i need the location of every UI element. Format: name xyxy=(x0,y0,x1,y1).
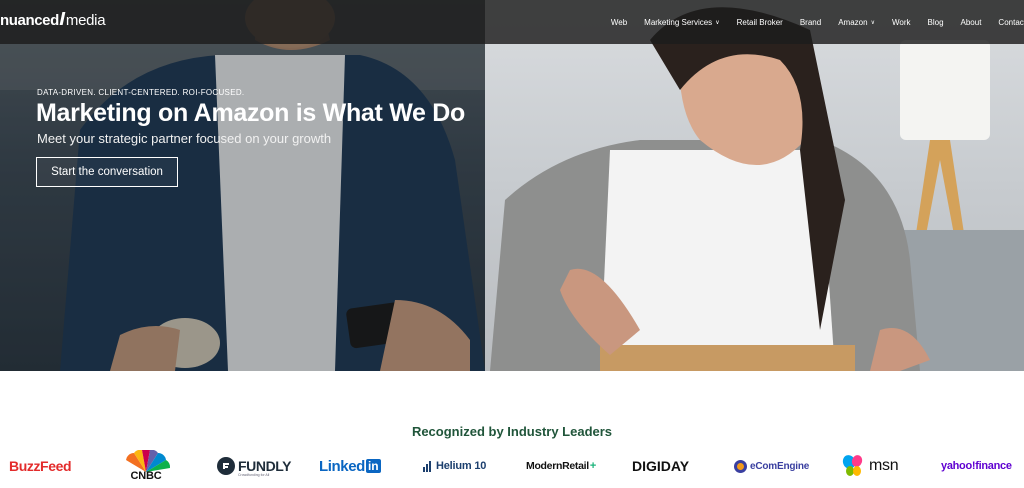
site-header: nuanced media Web Marketing Services ∨ Re… xyxy=(0,0,1024,44)
nav-item-marketing-services[interactable]: Marketing Services ∨ xyxy=(644,18,719,27)
msn-wordmark: msn xyxy=(869,457,899,474)
ecomengine-logo: eComEngine xyxy=(734,447,809,485)
nav-item-label: Blog xyxy=(927,17,944,27)
nav-item-label: Work xyxy=(891,17,911,27)
hero-headline: Marketing on Amazon is What We Do xyxy=(36,99,466,127)
fundly-wordmark: FUNDLY xyxy=(238,458,292,474)
start-conversation-button[interactable]: Start the conversation xyxy=(36,157,178,187)
cnbc-logo: CNBC xyxy=(120,447,172,485)
recognized-heading: Recognized by Industry Leaders xyxy=(411,424,613,439)
chevron-down-icon: ∨ xyxy=(715,19,720,26)
ecomengine-wordmark: eComEngine xyxy=(750,460,810,472)
fundly-logo: FUNDLY Crowdfunding for All xyxy=(217,447,291,485)
hero-eyebrow: DATA-DRIVEN. CLIENT-CENTERED. ROI-FOCUSE… xyxy=(37,88,245,97)
main-navigation: Web Marketing Services ∨ Retail Broker Br… xyxy=(594,0,1024,44)
logo-text-secondary: media xyxy=(65,12,106,29)
helium10-wordmark: Helium 10 xyxy=(436,460,487,472)
nav-item-label: Marketing Services xyxy=(644,17,713,27)
nav-item-label: Retail Broker xyxy=(736,17,783,27)
nav-item-retail-broker[interactable]: Retail Broker xyxy=(737,18,783,27)
msn-butterfly-icon xyxy=(842,455,863,476)
modernretail-logo: ModernRetail + xyxy=(526,447,596,485)
nav-item-label: About xyxy=(960,17,982,27)
nav-item-work[interactable]: Work xyxy=(892,18,911,27)
nav-item-web[interactable]: Web xyxy=(611,18,627,27)
nav-item-label: Contact xyxy=(998,17,1024,27)
yahoo-finance-logo: yahoo!finance xyxy=(941,447,1012,485)
helium10-bars-icon xyxy=(423,460,432,472)
modernretail-wordmark: ModernRetail xyxy=(526,460,589,472)
gear-icon xyxy=(734,459,747,473)
nav-item-brand[interactable]: Brand xyxy=(800,18,821,27)
press-logos-row: BuzzFeed CNBC FUNDLY Crowdfunding for Al xyxy=(0,447,1024,485)
nav-item-label: Brand xyxy=(799,17,822,27)
nav-item-blog[interactable]: Blog xyxy=(928,18,944,27)
nav-item-label: Web xyxy=(610,17,628,27)
nbc-peacock-icon xyxy=(126,450,171,472)
linkedin-logo: Linked in xyxy=(319,447,381,485)
fundly-tagline: Crowdfunding for All xyxy=(238,473,270,477)
cnbc-wordmark: CNBC xyxy=(130,470,162,482)
helium10-logo: Helium 10 xyxy=(423,447,486,485)
nav-item-amazon[interactable]: Amazon ∨ xyxy=(838,18,875,27)
recognized-section: Recognized by Industry Leaders BuzzFeed … xyxy=(0,371,1024,488)
linkedin-wordmark: Linked xyxy=(319,457,365,475)
linkedin-in-badge: in xyxy=(365,459,381,473)
digiday-logo: DIGIDAY xyxy=(632,458,690,474)
site-logo[interactable]: nuanced media xyxy=(0,12,106,32)
nav-item-label: Amazon xyxy=(838,17,868,27)
nav-item-about[interactable]: About xyxy=(961,18,982,27)
chevron-down-icon: ∨ xyxy=(870,19,875,26)
buzzfeed-logo: BuzzFeed xyxy=(9,458,72,474)
modernretail-plus: + xyxy=(589,460,597,472)
logo-mark-icon xyxy=(59,12,66,25)
msn-logo: msn xyxy=(842,447,899,485)
hero-subheading: Meet your strategic partner focused on y… xyxy=(37,131,332,146)
yahoo-finance-wordmark: yahoo!finance xyxy=(941,460,1012,472)
nav-item-contact[interactable]: Contact xyxy=(998,18,1024,27)
page: nuanced media Web Marketing Services ∨ Re… xyxy=(0,0,1024,488)
logo-text-primary: nuanced xyxy=(0,12,59,29)
fundly-mark-icon xyxy=(217,457,235,475)
